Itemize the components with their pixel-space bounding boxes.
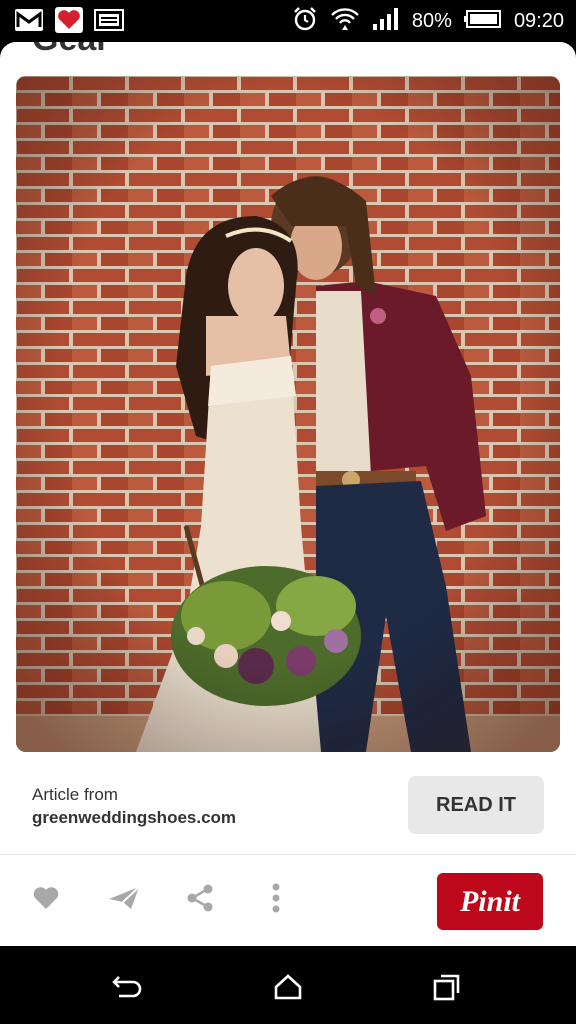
pin-card: Gear [0,42,576,946]
notification-icons [14,6,124,39]
heart-app-icon [54,6,84,39]
screenshot-icon [94,8,124,37]
article-info[interactable]: Article from greenweddingshoes.com [32,784,236,830]
home-icon[interactable] [271,970,305,1004]
read-it-button[interactable]: READ IT [408,776,544,834]
gmail-icon [14,8,44,37]
pin-image[interactable] [16,76,560,752]
article-source-link[interactable]: greenweddingshoes.com [32,806,236,830]
heart-icon[interactable] [30,882,62,914]
send-icon[interactable] [106,882,142,914]
recents-icon[interactable] [430,970,464,1004]
signal-icon [372,7,400,36]
more-icon[interactable] [260,882,292,914]
wedding-photo [16,76,560,752]
divider [0,854,576,855]
battery-icon [463,9,502,34]
pin-it-button[interactable]: Pinit [437,873,543,930]
battery-percent: 80% [411,9,452,32]
share-icon[interactable] [184,882,216,914]
article-label: Article from [32,785,118,804]
wifi-icon [330,6,360,37]
system-status: 80% 09:20 [292,6,564,36]
clock: 09:20 [513,9,564,32]
back-icon[interactable] [110,970,144,1004]
status-bar: 80% 09:20 [0,0,576,42]
previous-title-fragment: Gear [32,42,110,59]
alarm-icon [292,6,318,37]
navigation-bar [0,946,576,1024]
